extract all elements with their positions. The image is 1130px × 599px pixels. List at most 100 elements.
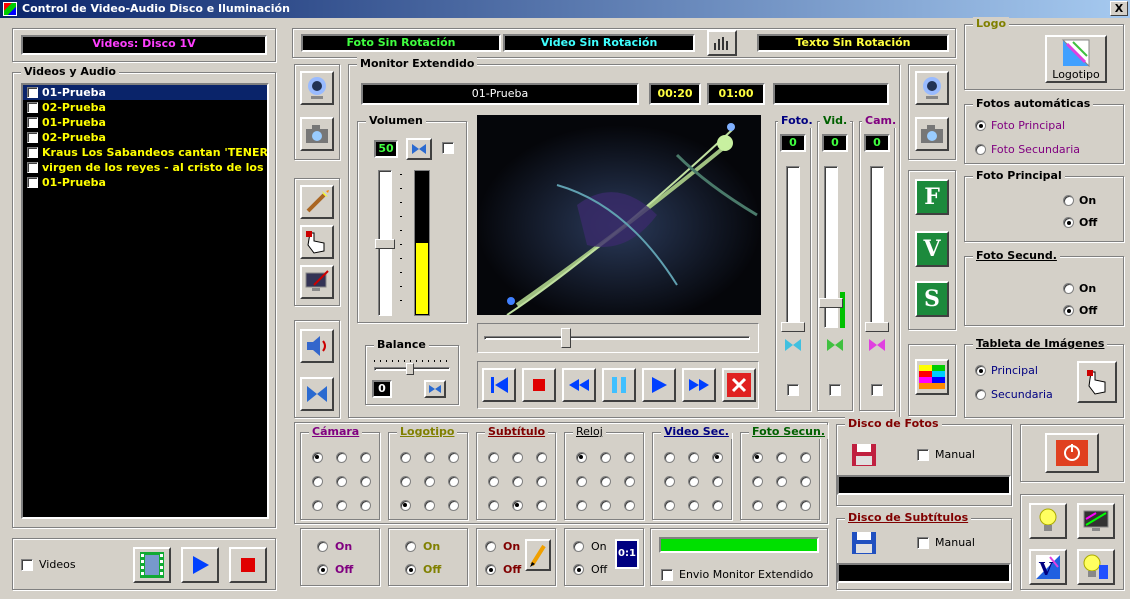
position-radio[interactable] <box>751 475 763 487</box>
film-button[interactable] <box>133 547 171 583</box>
position-radio[interactable] <box>799 451 811 463</box>
position-radio[interactable] <box>447 475 459 487</box>
volume-checkbox[interactable] <box>442 142 454 154</box>
position-radio[interactable] <box>599 475 611 487</box>
reloj-off-radio[interactable] <box>573 564 584 575</box>
tableta-secundaria-radio[interactable] <box>975 389 986 400</box>
position-radio[interactable] <box>487 451 499 463</box>
close-button[interactable]: X <box>1110 1 1128 16</box>
position-radio[interactable] <box>487 499 499 511</box>
position-slider-thumb[interactable] <box>560 328 571 348</box>
disco-subtitulos-manual-checkbox[interactable] <box>917 537 929 549</box>
subtitulo-on-radio[interactable] <box>485 541 496 552</box>
position-radio[interactable] <box>399 499 411 511</box>
list-item[interactable]: 01-Prueba <box>23 115 267 130</box>
position-radio[interactable] <box>359 499 371 511</box>
logotipo-on-radio[interactable] <box>405 541 416 552</box>
camara-off-radio[interactable] <box>317 564 328 575</box>
eject-close-button[interactable] <box>722 368 756 402</box>
position-radio[interactable] <box>687 499 699 511</box>
position-radio[interactable] <box>687 475 699 487</box>
position-radio[interactable] <box>775 451 787 463</box>
foto-fader-track[interactable] <box>786 166 800 328</box>
vid-bowtie-icon[interactable] <box>826 338 844 355</box>
foto-principal-off-radio[interactable] <box>1063 217 1074 228</box>
subtitulo-off-radio[interactable] <box>485 564 496 575</box>
lightbulb-blue-button[interactable] <box>1077 549 1115 585</box>
disco-fotos-manual-checkbox[interactable] <box>917 449 929 461</box>
photo-camera-button[interactable] <box>300 117 334 151</box>
position-radio[interactable] <box>335 475 347 487</box>
position-slider[interactable] <box>484 336 750 340</box>
position-radio[interactable] <box>423 499 435 511</box>
reloj-on-radio[interactable] <box>573 541 584 552</box>
webcam-2-button[interactable] <box>915 71 949 105</box>
monitor-button[interactable] <box>1077 503 1115 539</box>
position-radio[interactable] <box>775 499 787 511</box>
volume-slider-thumb[interactable] <box>375 239 395 249</box>
position-radio[interactable] <box>487 475 499 487</box>
floppy-red-icon[interactable] <box>851 443 877 470</box>
webcam-button[interactable] <box>300 71 334 105</box>
skip-start-button[interactable] <box>482 368 516 402</box>
camara-on-radio[interactable] <box>317 541 328 552</box>
position-radio[interactable] <box>335 499 347 511</box>
position-radio[interactable] <box>399 475 411 487</box>
magic-pen-button[interactable] <box>300 185 334 219</box>
v-button[interactable]: V <box>915 231 949 267</box>
list-item-checkbox[interactable] <box>27 102 38 113</box>
list-item[interactable]: virgen de los reyes - al cristo de los f… <box>23 160 267 175</box>
list-item[interactable]: 02-Prueba <box>23 130 267 145</box>
position-radio[interactable] <box>575 499 587 511</box>
list-item-checkbox[interactable] <box>27 147 38 158</box>
position-radio[interactable] <box>511 451 523 463</box>
list-item[interactable]: 01-Prueba <box>23 175 267 190</box>
position-radio[interactable] <box>663 451 675 463</box>
position-radio[interactable] <box>535 475 547 487</box>
position-radio[interactable] <box>623 499 635 511</box>
list-item-checkbox[interactable] <box>27 87 38 98</box>
tableta-hand-button[interactable] <box>1077 361 1117 403</box>
monitor-edit-button[interactable] <box>300 265 334 299</box>
foto-secund-off-radio[interactable] <box>1063 305 1074 316</box>
play-button[interactable] <box>642 368 676 402</box>
foto-fader-checkbox[interactable] <box>787 384 799 396</box>
speaker-button[interactable] <box>300 329 334 363</box>
position-radio[interactable] <box>711 451 723 463</box>
position-radio[interactable] <box>751 499 763 511</box>
power-button[interactable] <box>1045 433 1099 473</box>
position-radio[interactable] <box>599 451 611 463</box>
volume-slider-track[interactable] <box>375 170 395 316</box>
play-list-button[interactable] <box>181 547 219 583</box>
position-radio[interactable] <box>623 451 635 463</box>
position-radio[interactable] <box>751 451 763 463</box>
position-radio[interactable] <box>423 451 435 463</box>
position-radio[interactable] <box>575 451 587 463</box>
fast-forward-button[interactable] <box>682 368 716 402</box>
position-radio[interactable] <box>799 499 811 511</box>
position-radio[interactable] <box>575 475 587 487</box>
position-radio[interactable] <box>711 499 723 511</box>
position-radio[interactable] <box>663 499 675 511</box>
list-item[interactable]: 02-Prueba <box>23 100 267 115</box>
color-palette-button[interactable] <box>915 359 949 395</box>
position-radio[interactable] <box>311 499 323 511</box>
s-button[interactable]: S <box>915 281 949 317</box>
vid-fader-thumb[interactable] <box>819 298 843 308</box>
disco-fotos-path[interactable] <box>837 475 1011 495</box>
list-item-checkbox[interactable] <box>27 117 38 128</box>
position-radio[interactable] <box>599 499 611 511</box>
cam-fader-checkbox[interactable] <box>871 384 883 396</box>
foto-bowtie-icon[interactable] <box>784 338 802 355</box>
position-radio[interactable] <box>359 475 371 487</box>
lightbulb-button[interactable] <box>1029 503 1067 539</box>
videos-list[interactable]: 01-Prueba 02-Prueba 01-Prueba 02-Prueba Krau… <box>21 83 269 519</box>
envio-checkbox[interactable] <box>661 569 673 581</box>
list-item-checkbox[interactable] <box>27 132 38 143</box>
foto-secund-on-radio[interactable] <box>1063 283 1074 294</box>
position-radio[interactable] <box>799 475 811 487</box>
clock-icon[interactable]: 0:1 <box>615 539 639 569</box>
position-radio[interactable] <box>447 451 459 463</box>
position-radio[interactable] <box>775 475 787 487</box>
foto-secundaria-radio[interactable] <box>975 144 986 155</box>
